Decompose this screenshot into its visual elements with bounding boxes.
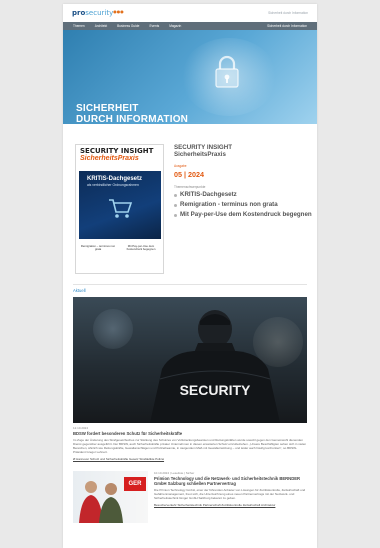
hero-title-line1: SICHERHEIT [76,103,139,114]
article-tags[interactable]: Besucherverkehr Sicherheitstechnik Partn… [154,503,307,507]
top-right-tagline: Sicherheit durch Information [268,11,308,15]
padlock-icon [215,55,239,88]
article-body: Im Zuge der Änderung des Strafgesetzbuch… [73,438,307,454]
article-date: 12.10.2024 [73,426,89,430]
article-meta: 10.10.2024 | Leseliste | Sicher [154,471,195,475]
cover-headline: KRITIS-Dachgesetz [87,176,143,182]
security-guard-image: SECURITY [150,310,280,423]
article-body: Die Primion Technology GmbH, einer der f… [154,488,306,501]
hero-title-line2: DURCH INFORMATION [76,114,189,124]
hero-banner: SICHERHEIT DURCH INFORMATION [63,30,317,124]
magazine-info: SECURITY INSIGHT SicherheitsPraxis Ausga… [164,144,314,274]
logo-pro-text: pro [72,9,86,17]
topic-label: Remigration - terminus non grata [180,200,278,208]
magazine-title-line2: SicherheitsPraxis [174,151,226,158]
nav-item-events[interactable]: Events [149,24,159,28]
article-card: GER 10.10.2024 | Leseliste | Sicher Prim… [63,461,317,523]
nav-item-magazin[interactable]: Magazin [169,24,181,28]
topic-item: Remigration - terminus non grata [174,200,314,209]
bullet-icon [174,213,177,217]
top-bar: prosecurity●●● Sicherheit durch Informat… [63,4,317,22]
magazine-cover[interactable]: SECURITY INSIGHT SicherheitsPraxis KRITI… [75,144,164,274]
magazine-title[interactable]: SECURITY INSIGHT SicherheitsPraxis [174,144,314,158]
shopping-cart-icon [109,199,133,218]
site-logo[interactable]: prosecurity●●● [72,9,124,17]
logo-security-text: security [85,9,114,17]
bokeh-light [93,309,133,349]
cover-brand: SECURITY INSIGHT [80,147,154,155]
logo-dots-icon: ●●● [113,9,124,14]
topic-item: Mit Pay-per-Use dem Kostendruck begegnen [174,210,314,219]
article-title[interactable]: Primion Technology und die Netzwerk- und… [154,476,307,486]
topic-label: Mit Pay-per-Use dem Kostendruck begegnen [180,210,312,218]
web-page: prosecurity●●● Sicherheit durch Informat… [63,4,317,548]
bullet-icon [174,194,177,197]
cover-image: KRITIS-Dachgesetz als verbindlicher Ordn… [79,171,161,239]
article-title[interactable]: BDSW fordert besonderen Schutz für Siche… [63,430,317,438]
article-image[interactable]: SECURITY [73,297,307,423]
cover-footer: Remigration – terminus non grata Mit Pay… [80,244,159,252]
bullet-icon [174,203,177,207]
issue-number: 05 | 2024 [174,170,204,179]
main-nav: Themen Architekt Business Guide Events M… [63,22,317,30]
nav-item-business-guide[interactable]: Business Guide [117,24,139,28]
nav-item-themen[interactable]: Themen [73,24,85,28]
article-content: 10.10.2024 | Leseliste | Sicher Primion … [148,471,307,523]
topic-label: KRITIS-Dachgesetz [180,191,237,198]
article-tags[interactable]: Ø Hannover Schutz und Sicherheitskräfte … [63,454,317,461]
cover-subtitle: SicherheitsPraxis [80,155,139,162]
nav-cta[interactable]: Sicherheit durch Information [267,24,307,28]
guard-jacket-text: SECURITY [180,382,251,398]
magazine-title-line1: SECURITY INSIGHT [174,144,232,151]
topic-item: KRITIS-Dachgesetz [174,191,314,199]
section-label-aktuell[interactable]: Aktuell [63,285,317,297]
topics-label: Themenschwerpunkte [174,185,206,189]
cover-headline-sub: als verbindlicher Ordnungsrahmen [87,183,139,187]
hero-title: SICHERHEIT DURCH INFORMATION [76,103,188,124]
issue-label: Ausgabe [174,164,187,168]
magazine-teaser: SECURITY INSIGHT SicherheitsPraxis KRITI… [63,144,317,274]
cover-foot-left: Remigration – terminus non grata [80,244,116,252]
article-thumbnail[interactable]: GER [73,471,148,523]
nav-item-architekt[interactable]: Architekt [95,24,107,28]
cover-foot-right: Mit Pay-per-Use dem Kostendruck begegnen [126,244,156,252]
thumb-logo: GER [124,477,146,491]
